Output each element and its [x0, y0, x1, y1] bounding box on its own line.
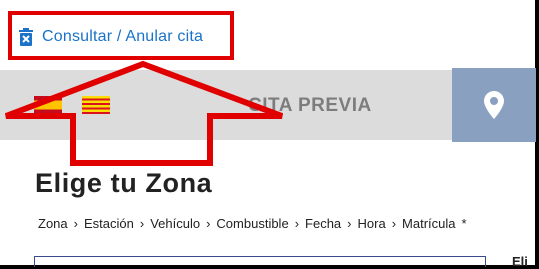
up-arrow-annotation — [4, 60, 284, 166]
